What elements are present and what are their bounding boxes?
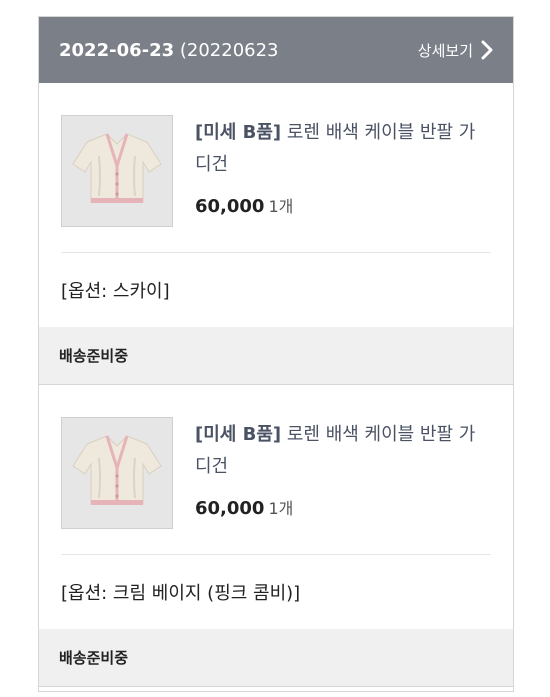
product-option: [옵션: 스카이] bbox=[61, 281, 170, 302]
cardigan-image bbox=[72, 133, 162, 203]
product-thumbnail[interactable] bbox=[61, 115, 173, 227]
product-tag: [미세 B품] bbox=[195, 424, 282, 445]
item-main: [미세 B품] 로렌 배색 케이블 반팔 가디건 60,000 1개 bbox=[61, 385, 491, 555]
order-date: 2022-06-23 bbox=[59, 39, 175, 61]
order-item: [미세 B품] 로렌 배색 케이블 반팔 가디건 60,000 1개 [옵션: 스… bbox=[39, 83, 513, 327]
order-date-number: 2022-06-23 (20220623 bbox=[59, 40, 279, 61]
product-tag: [미세 B품] bbox=[195, 122, 282, 143]
order-item: [미세 B품] 로렌 배색 케이블 반팔 가디건 60,000 1개 [옵션: 크… bbox=[39, 385, 513, 629]
item-info: [미세 B품] 로렌 배색 케이블 반팔 가디건 60,000 1개 bbox=[195, 115, 491, 252]
order-header: 2022-06-23 (20220623 상세보기 bbox=[39, 17, 513, 83]
order-card: 2022-06-23 (20220623 상세보기 [미세 B품] 로렌 배색 … bbox=[38, 16, 514, 692]
product-option: [옵션: 크림 베이지 (핑크 콤비)] bbox=[61, 583, 301, 604]
product-price: 60,000 bbox=[195, 498, 265, 519]
price-row: 60,000 1개 bbox=[195, 495, 491, 519]
shipping-status: 배송준비중 bbox=[39, 629, 513, 687]
view-details-link[interactable]: 상세보기 bbox=[418, 40, 493, 61]
cardigan-image bbox=[72, 435, 162, 505]
shipping-status: 배송준비중 bbox=[39, 327, 513, 385]
price-row: 60,000 1개 bbox=[195, 193, 491, 217]
item-info: [미세 B품] 로렌 배색 케이블 반팔 가디건 60,000 1개 bbox=[195, 417, 491, 554]
order-number: (20220623 bbox=[174, 39, 279, 61]
product-quantity: 1개 bbox=[268, 499, 294, 518]
product-title[interactable]: [미세 B품] 로렌 배색 케이블 반팔 가디건 bbox=[195, 117, 491, 181]
product-quantity: 1개 bbox=[268, 197, 294, 216]
product-title[interactable]: [미세 B품] 로렌 배색 케이블 반팔 가디건 bbox=[195, 419, 491, 483]
view-details-label: 상세보기 bbox=[417, 41, 473, 60]
product-thumbnail[interactable] bbox=[61, 417, 173, 529]
chevron-right-icon bbox=[481, 40, 493, 60]
product-price: 60,000 bbox=[195, 196, 265, 217]
item-main: [미세 B품] 로렌 배색 케이블 반팔 가디건 60,000 1개 bbox=[61, 83, 491, 253]
